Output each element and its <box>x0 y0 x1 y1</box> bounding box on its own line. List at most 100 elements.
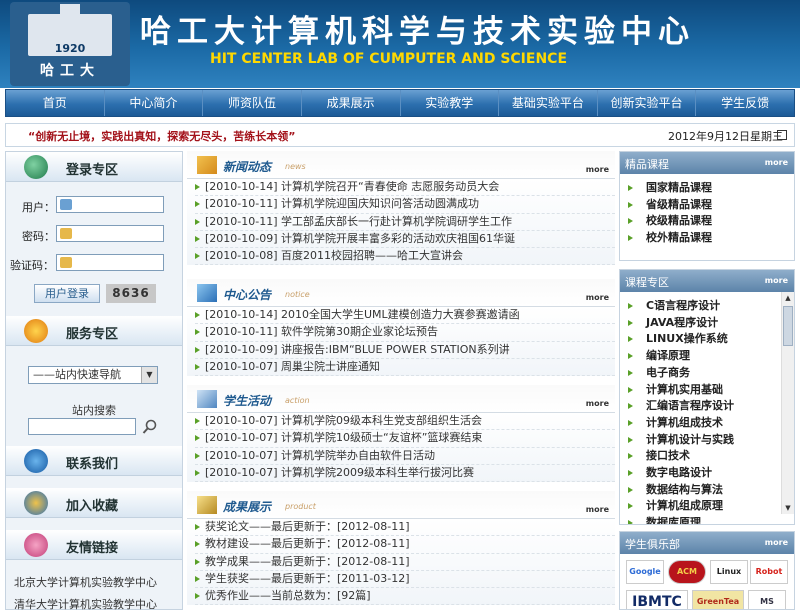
activity-item[interactable]: [2010-10-07] 计算机学院2009级本科生举行拔河比赛 <box>195 465 615 483</box>
captcha-label: 验证码： <box>10 259 54 272</box>
course-item[interactable]: 数据结构与算法 <box>628 482 794 499</box>
acm-club-logo[interactable]: ACM <box>668 560 706 584</box>
quality-courses-more-link[interactable]: more <box>765 158 788 167</box>
site-header: 1920 哈工大 哈工大计算机科学与技术实验中心 HIT CENTER LAB … <box>0 0 800 88</box>
notice-more-link[interactable]: more <box>586 293 609 302</box>
favorite-header[interactable]: 加入收藏 <box>6 488 182 518</box>
nav-home[interactable]: 首页 <box>6 90 105 116</box>
activity-item[interactable]: [2010-10-07] 计算机学院10级硕士“友谊杯”篮球赛结束 <box>195 430 615 448</box>
results-section: 成果展示 product more 获奖论文——最后更新于：[2012-08-1… <box>187 491 615 606</box>
ms-club-logo[interactable]: MS <box>748 590 786 609</box>
news-item[interactable]: [2010-10-11] 学工部孟庆部长一行赴计算机学院调研学生工作 <box>195 214 615 231</box>
google-club-logo[interactable]: Google <box>626 560 664 584</box>
scroll-up-icon[interactable]: ▲ <box>782 292 794 304</box>
results-item[interactable]: 优秀作业——当前总数为：[92篇] <box>195 588 615 606</box>
nav-achievements[interactable]: 成果展示 <box>302 90 401 116</box>
site-search-label: 站内搜索 <box>72 404 116 417</box>
course-item[interactable]: 计算机组成技术 <box>628 415 794 432</box>
hit-logo[interactable]: 1920 哈工大 <box>10 2 130 86</box>
nav-experiment-teaching[interactable]: 实验教学 <box>401 90 500 116</box>
notice-item[interactable]: [2010-10-11] 软件学院第30期企业家论坛预告 <box>195 324 615 342</box>
logo-name: 哈工大 <box>40 63 100 79</box>
sun-icon <box>24 319 48 343</box>
student-clubs-more-link[interactable]: more <box>765 538 788 547</box>
course-item[interactable]: 接口技术 <box>628 448 794 465</box>
linux-club-logo[interactable]: Linux <box>710 560 748 584</box>
course-item[interactable]: 数据库原理 <box>628 515 794 524</box>
course-item[interactable]: JAVA程序设计 <box>628 315 794 332</box>
chevron-down-icon[interactable]: ▼ <box>141 367 157 383</box>
course-item[interactable]: 计算机设计与实践 <box>628 432 794 449</box>
quick-nav-select[interactable]: ——站内快速导航 ▼ <box>28 366 158 384</box>
favorite-title: 加入收藏 <box>66 499 119 514</box>
captcha-input[interactable] <box>56 254 164 271</box>
student-clubs-header: 学生俱乐部 more <box>620 532 794 554</box>
robot-club-logo[interactable]: Robot <box>750 560 788 584</box>
current-date: 2012年9月12日星期三 <box>668 130 783 143</box>
course-item[interactable]: 编译原理 <box>628 348 794 365</box>
quality-course-item[interactable]: 校级精品课程 <box>628 213 794 230</box>
course-list-scrollbar[interactable]: ▲ ▼ <box>781 292 794 514</box>
site-search-input[interactable] <box>28 418 136 435</box>
nav-innovation-platform[interactable]: 创新实验平台 <box>598 90 697 116</box>
course-item[interactable]: 计算机实用基础 <box>628 382 794 399</box>
password-label: 密码： <box>22 230 55 243</box>
results-list: 获奖论文——最后更新于：[2012-08-11] 教材建设——最后更新于：[20… <box>187 519 615 606</box>
course-list: C语言程序设计 JAVA程序设计 LINUX操作系统 编译原理 电子商务 计算机… <box>620 292 794 524</box>
greentea-club-logo[interactable]: GreenTea <box>692 590 744 609</box>
news-more-link[interactable]: more <box>586 165 609 174</box>
friend-link[interactable]: 北京大学计算机实验教学中心 <box>14 572 182 594</box>
course-item[interactable]: 汇编语言程序设计 <box>628 398 794 415</box>
contact-header[interactable]: 联系我们 <box>6 446 182 476</box>
course-zone-box: 课程专区 more C语言程序设计 JAVA程序设计 LINUX操作系统 编译原… <box>619 269 795 525</box>
captcha-image: 8636 <box>106 284 156 303</box>
activity-item[interactable]: [2010-10-07] 计算机学院举办自由软件日活动 <box>195 448 615 465</box>
news-item[interactable]: [2010-10-08] 百度2011校园招聘——哈工大宣讲会 <box>195 248 615 266</box>
course-item[interactable]: C语言程序设计 <box>628 298 794 315</box>
quality-course-item[interactable]: 省级精品课程 <box>628 197 794 214</box>
notice-item[interactable]: [2010-10-09] 讲座报告:IBM“BLUE POWER STATION… <box>195 342 615 359</box>
results-more-link[interactable]: more <box>586 505 609 514</box>
notice-item[interactable]: [2010-10-14] 2010全国大学生UML建模创造力大赛参赛邀请函 <box>195 307 615 325</box>
nav-student-feedback[interactable]: 学生反馈 <box>696 90 794 116</box>
activity-list: [2010-10-07] 计算机学院09级本科生党支部组织生活会 [2010-1… <box>187 413 615 483</box>
ibmtc-club-logo[interactable]: IBMTC <box>626 590 688 609</box>
login-button[interactable]: 用户登录 <box>34 284 100 303</box>
scrollbar-thumb[interactable] <box>783 306 793 346</box>
notice-item[interactable]: [2010-10-07] 周巢尘院士讲座通知 <box>195 359 615 377</box>
nav-basic-platform[interactable]: 基础实验平台 <box>499 90 598 116</box>
left-sidebar: 登录专区 用户： 密码： 验证码： 用户登录 8636 服务专区 ——站内快速导… <box>5 151 183 611</box>
quality-course-item[interactable]: 校外精品课程 <box>628 230 794 247</box>
activity-item[interactable]: [2010-10-07] 计算机学院09级本科生党支部组织生活会 <box>195 413 615 431</box>
friend-links-list: 北京大学计算机实验教学中心 清华大学计算机实验教学中心 <box>14 572 182 616</box>
nav-center-intro[interactable]: 中心简介 <box>105 90 204 116</box>
links-header: 友情链接 <box>6 530 182 560</box>
results-en-label: product <box>285 502 316 511</box>
news-item[interactable]: [2010-10-11] 计算机学院迎国庆知识问答活动圆满成功 <box>195 196 615 214</box>
course-item[interactable]: 电子商务 <box>628 365 794 382</box>
results-item[interactable]: 教学成果——最后更新于：[2012-08-11] <box>195 554 615 571</box>
scroll-down-icon[interactable]: ▼ <box>782 502 794 514</box>
course-item[interactable]: LINUX操作系统 <box>628 331 794 348</box>
notice-section: 中心公告 notice more [2010-10-14] 2010全国大学生U… <box>187 279 615 377</box>
password-input[interactable] <box>56 225 164 242</box>
activity-more-link[interactable]: more <box>586 399 609 408</box>
news-item[interactable]: [2010-10-14] 计算机学院召开“青春使命 志愿服务动员大会 <box>195 179 615 197</box>
search-icon[interactable] <box>142 418 158 435</box>
results-item[interactable]: 学生获奖——最后更新于：[2011-03-12] <box>195 571 615 589</box>
quality-course-item[interactable]: 国家精品课程 <box>628 180 794 197</box>
course-zone-more-link[interactable]: more <box>765 276 788 285</box>
user-icon <box>60 199 72 210</box>
course-item[interactable]: 数字电路设计 <box>628 465 794 482</box>
news-item[interactable]: [2010-10-09] 计算机学院开展丰富多彩的活动欢庆祖国61华诞 <box>195 231 615 249</box>
username-input[interactable] <box>56 196 164 213</box>
results-item[interactable]: 教材建设——最后更新于：[2012-08-11] <box>195 536 615 554</box>
results-item[interactable]: 获奖论文——最后更新于：[2012-08-11] <box>195 519 615 537</box>
nav-faculty[interactable]: 师资队伍 <box>203 90 302 116</box>
pencil-icon <box>197 390 217 408</box>
course-zone-header: 课程专区 more <box>620 270 794 292</box>
course-item[interactable]: 计算机组成原理 <box>628 498 794 515</box>
notice-en-label: notice <box>285 290 310 299</box>
friend-link[interactable]: 清华大学计算机实验教学中心 <box>14 594 182 616</box>
quality-courses-header: 精品课程 more <box>620 152 794 174</box>
